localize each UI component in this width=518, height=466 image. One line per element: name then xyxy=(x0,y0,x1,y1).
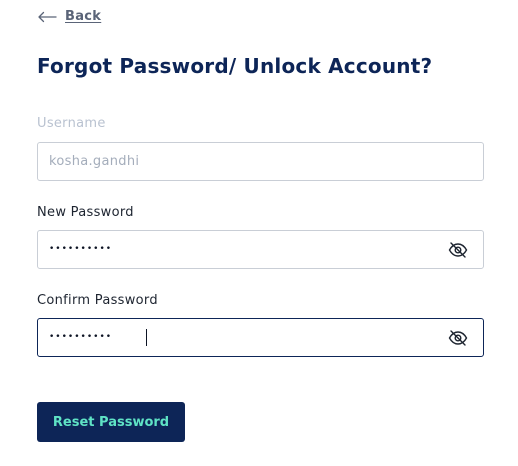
new-password-label: New Password xyxy=(37,205,134,220)
confirm-password-field[interactable]: •••••••••• xyxy=(37,318,484,357)
confirm-password-label: Confirm Password xyxy=(37,293,158,308)
username-field: kosha.gandhi xyxy=(37,142,484,181)
page-title: Forgot Password/ Unlock Account? xyxy=(37,54,433,78)
username-value: kosha.gandhi xyxy=(49,154,140,169)
text-caret xyxy=(146,329,147,346)
eye-off-icon[interactable] xyxy=(448,241,468,259)
username-label: Username xyxy=(37,116,106,131)
eye-off-icon[interactable] xyxy=(448,329,468,347)
confirm-password-value: •••••••••• xyxy=(49,332,113,342)
new-password-field[interactable]: •••••••••• xyxy=(37,230,484,269)
reset-password-button[interactable]: Reset Password xyxy=(37,402,185,442)
back-label: Back xyxy=(65,9,102,24)
arrow-left-icon xyxy=(37,11,57,23)
new-password-value: •••••••••• xyxy=(49,244,113,254)
back-link[interactable]: Back xyxy=(37,9,101,24)
